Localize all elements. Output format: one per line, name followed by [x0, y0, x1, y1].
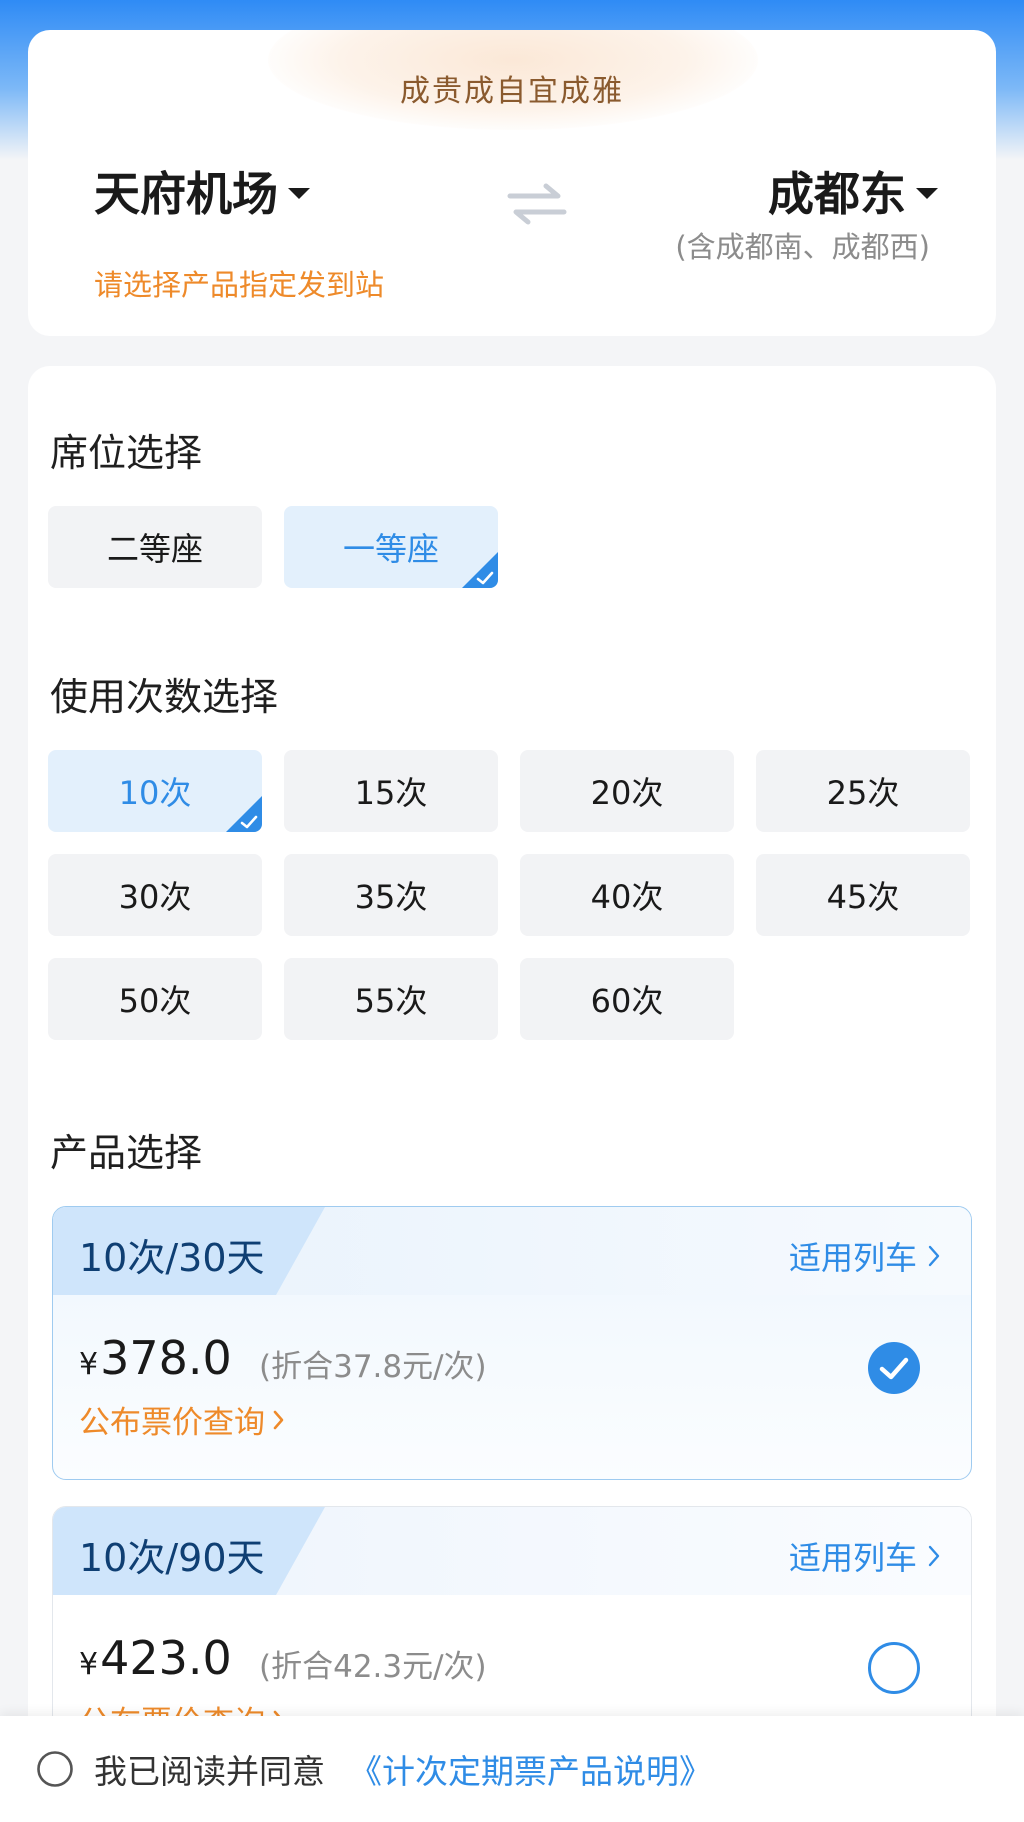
station-hint: 请选择产品指定发到站	[94, 268, 385, 302]
usage-option-label: 60次	[590, 982, 664, 1020]
product-tag: 10次/30天	[79, 1236, 265, 1280]
seat-option-first-class[interactable]: 一等座	[284, 506, 498, 588]
price-per-trip: (折合42.3元/次)	[259, 1649, 487, 1685]
agree-radio-icon[interactable]	[36, 1750, 74, 1788]
price-per-trip: (折合37.8元/次)	[259, 1349, 487, 1385]
selection-card: 席位选择 二等座 一等座 使用次数选择 10次 15次 20次 25次 30次 …	[28, 366, 996, 1822]
usage-option[interactable]: 10次	[48, 750, 262, 832]
usage-option[interactable]: 45次	[756, 854, 970, 936]
product-price: ¥423.0	[79, 1631, 232, 1685]
to-station-selector[interactable]: 成都东	[768, 158, 938, 224]
corner-check-icon	[462, 552, 498, 588]
product-terms-link[interactable]: 《计次定期票产品说明》	[349, 1745, 712, 1793]
usage-option-label: 10次	[118, 774, 192, 812]
radio-empty-icon[interactable]	[867, 1641, 921, 1695]
usage-option-label: 20次	[590, 774, 664, 812]
applicable-trains-link[interactable]: 适用列车	[789, 1233, 941, 1279]
product-tag: 10次/90天	[79, 1536, 265, 1580]
route-card: 成贵成自宜成雅 天府机场 成都东 请选择产品指定发到站 (含成都南、成都西)	[28, 30, 996, 336]
usage-option[interactable]: 30次	[48, 854, 262, 936]
chevron-right-icon	[928, 1245, 940, 1267]
published-fare-label: 公布票价查询	[79, 1405, 265, 1441]
chevron-right-icon	[928, 1545, 940, 1567]
dropdown-caret-icon	[288, 188, 310, 199]
usage-option-label: 45次	[826, 878, 900, 916]
usage-option-label: 15次	[354, 774, 428, 812]
swap-icon[interactable]	[506, 182, 568, 226]
usage-option[interactable]: 35次	[284, 854, 498, 936]
usage-option-label: 35次	[354, 878, 428, 916]
agreement-bar: 我已阅读并同意 《计次定期票产品说明》	[0, 1716, 1024, 1822]
seat-option-label: 一等座	[342, 530, 439, 568]
from-station-label: 天府机场	[94, 167, 278, 221]
usage-option-label: 50次	[118, 982, 192, 1020]
agree-text: 我已阅读并同意	[94, 1752, 325, 1791]
seat-option-second-class[interactable]: 二等座	[48, 506, 262, 588]
price-value: 378.0	[100, 1331, 232, 1385]
price-value: 423.0	[100, 1631, 232, 1685]
applicable-trains-label: 适用列车	[788, 1239, 917, 1277]
usage-option[interactable]: 25次	[756, 750, 970, 832]
currency-symbol: ¥	[79, 1647, 99, 1682]
applicable-trains-label: 适用列车	[788, 1539, 917, 1577]
usage-option-label: 25次	[826, 774, 900, 812]
seat-section-title: 席位选择	[50, 431, 203, 475]
usage-section-title: 使用次数选择	[50, 675, 279, 719]
usage-option[interactable]: 20次	[520, 750, 734, 832]
to-station-label: 成都东	[768, 167, 906, 221]
usage-option[interactable]: 40次	[520, 854, 734, 936]
usage-option[interactable]: 15次	[284, 750, 498, 832]
product-section-title: 产品选择	[50, 1131, 203, 1175]
dropdown-caret-icon	[916, 188, 938, 199]
product-price: ¥378.0	[79, 1331, 232, 1385]
check-circle-icon[interactable]	[867, 1341, 921, 1395]
usage-option-label: 40次	[590, 878, 664, 916]
usage-option-label: 30次	[118, 878, 192, 916]
product-card[interactable]: 10次/30天 适用列车 ¥378.0 (折合37.8元/次) 公布票价查询	[52, 1206, 972, 1480]
corner-check-icon	[226, 796, 262, 832]
route-slogan: 成贵成自宜成雅	[400, 74, 624, 109]
usage-option[interactable]: 50次	[48, 958, 262, 1040]
to-station-subtitle: (含成都南、成都西)	[675, 230, 930, 264]
seat-option-label: 二等座	[106, 530, 203, 568]
currency-symbol: ¥	[79, 1347, 99, 1382]
chevron-right-icon	[273, 1410, 284, 1429]
from-station-selector[interactable]: 天府机场	[94, 158, 310, 224]
usage-option[interactable]: 55次	[284, 958, 498, 1040]
applicable-trains-link[interactable]: 适用列车	[789, 1533, 941, 1579]
page: 成贵成自宜成雅 天府机场 成都东 请选择产品指定发到站 (含成都南、成都西) 席…	[0, 0, 1024, 1822]
published-fare-link[interactable]: 公布票价查询	[79, 1397, 285, 1442]
usage-option[interactable]: 60次	[520, 958, 734, 1040]
usage-option-label: 55次	[354, 982, 428, 1020]
